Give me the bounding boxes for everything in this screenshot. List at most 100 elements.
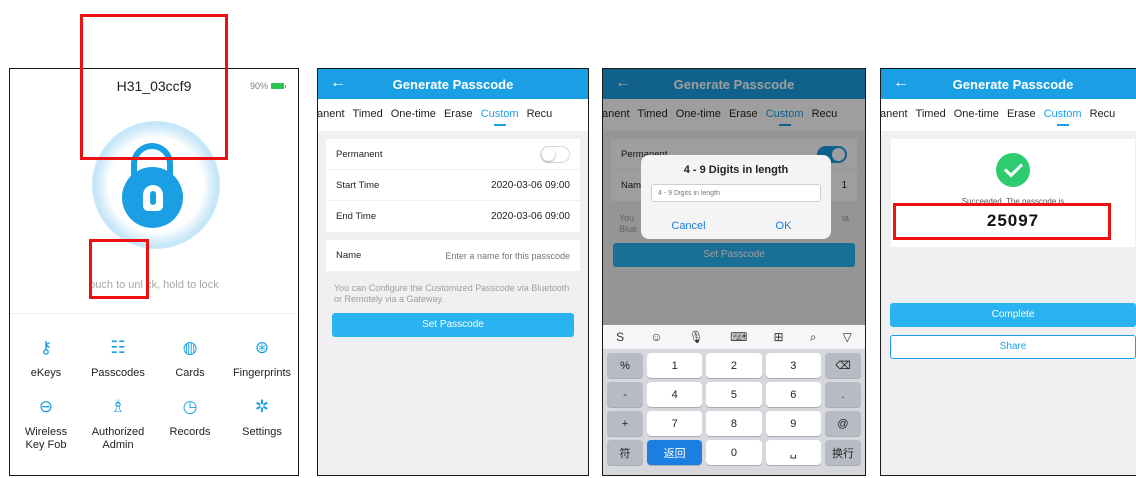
passcode-name-input[interactable] — [410, 250, 570, 261]
lock-button[interactable] — [122, 167, 183, 228]
key-1[interactable]: 1 — [647, 353, 703, 378]
dialog-title: 4 - 9 Digits in length — [683, 164, 789, 176]
tab-custom[interactable]: Custom — [481, 108, 519, 126]
emoji-icon[interactable]: ☺ — [650, 330, 662, 344]
keyboard-icon[interactable]: ⌨ — [730, 330, 747, 344]
tab-timed[interactable]: Timed — [916, 108, 946, 126]
symbols-key[interactable]: 符 — [607, 440, 643, 465]
return-key[interactable]: 返回 — [647, 440, 703, 465]
feature-menu: ⚷ eKeys ☷ Passcodes ◍ Cards ⊛ Fingerprin… — [10, 337, 298, 452]
passcode-success-screen: ← Generate Passcode anent Timed One-time… — [880, 68, 1136, 476]
cancel-button[interactable]: Cancel — [641, 213, 736, 239]
tab-permanent[interactable]: anent — [881, 108, 908, 126]
ok-button[interactable]: OK — [736, 213, 831, 239]
menu-label: Settings — [242, 426, 282, 438]
menu-label: eKeys — [30, 367, 62, 379]
end-time-row[interactable]: End Time 2020-03-06 09:00 — [326, 201, 580, 232]
complete-button[interactable]: Complete — [890, 303, 1136, 327]
page-title: Generate Passcode — [392, 76, 514, 92]
key-2[interactable]: 2 — [706, 353, 762, 378]
settings-gear-icon: ✲ — [254, 397, 270, 416]
back-arrow-icon[interactable]: ← — [893, 74, 909, 92]
start-time-value: 2020-03-06 09:00 — [491, 179, 570, 191]
key-plus[interactable]: + — [607, 411, 643, 436]
battery-percent: 90% — [249, 81, 268, 91]
passcode-type-tabs: anent Timed One-time Erase Custom Recu — [881, 99, 1136, 131]
tab-recurring[interactable]: Recu — [527, 108, 553, 126]
time-settings-card: Permanent Start Time 2020-03-06 09:00 En… — [326, 139, 580, 232]
fingerprint-icon: ⊛ — [254, 338, 270, 357]
menu-item-settings[interactable]: ✲ Settings — [226, 396, 298, 452]
app-header: ← Generate Passcode — [881, 69, 1136, 99]
passcode-dialog-screen: ← Generate Passcode anent Timed One-time… — [602, 68, 866, 476]
lock-hint-text: ouch to unl ck, hold to lock — [89, 279, 219, 291]
set-passcode-button[interactable]: Set Passcode — [332, 313, 574, 337]
tab-timed[interactable]: Timed — [353, 108, 383, 126]
menu-item-authorized-admin[interactable]: ♗ Authorized Admin — [82, 396, 154, 452]
keyhole-icon — [142, 184, 163, 211]
menu-label: Authorized Admin — [91, 426, 145, 451]
start-time-row[interactable]: Start Time 2020-03-06 09:00 — [326, 170, 580, 201]
key-9[interactable]: 9 — [765, 411, 821, 436]
tab-recurring[interactable]: Recu — [1090, 108, 1116, 126]
key-fob-icon: ⊖ — [38, 397, 54, 416]
key-0[interactable]: 0 — [706, 440, 762, 465]
key-dot[interactable]: . — [824, 382, 861, 407]
tab-permanent[interactable]: anent — [318, 108, 345, 126]
microphone-icon[interactable]: 🎙 — [689, 330, 704, 344]
menu-item-wireless-key-fob[interactable]: ⊖ Wireless Key Fob — [10, 396, 82, 452]
collapse-keyboard-icon[interactable]: ▽ — [843, 330, 852, 344]
tab-erase[interactable]: Erase — [1007, 108, 1036, 126]
name-card: Name — [326, 240, 580, 271]
start-time-label: Start Time — [336, 179, 380, 191]
menu-item-ekeys[interactable]: ⚷ eKeys — [10, 337, 82, 380]
menu-label: Fingerprints — [232, 367, 292, 379]
generate-passcode-form-screen: ← Generate Passcode anent Timed One-time… — [317, 68, 589, 476]
key-8[interactable]: 8 — [706, 411, 762, 436]
permanent-label: Permanent — [336, 148, 383, 160]
passcode-type-tabs: anent Timed One-time Erase Custom Recu — [318, 99, 588, 131]
result-label: Succeeded. The passcode is — [961, 197, 1065, 206]
tab-custom[interactable]: Custom — [1044, 108, 1082, 126]
tab-erase[interactable]: Erase — [444, 108, 473, 126]
end-time-label: End Time — [336, 211, 377, 222]
key-at[interactable]: @ — [824, 411, 861, 436]
key-5[interactable]: 5 — [706, 382, 762, 407]
key-3[interactable]: 3 — [765, 353, 821, 378]
key-6[interactable]: 6 — [765, 382, 821, 407]
menu-item-passcodes[interactable]: ☷ Passcodes — [82, 337, 154, 380]
newline-key[interactable]: 换行 — [824, 440, 861, 465]
menu-label: Wireless Key Fob — [24, 426, 68, 451]
user-key-icon: ⚷ — [39, 338, 53, 357]
passcode-digits-input[interactable] — [651, 184, 821, 202]
key-minus[interactable]: - — [607, 382, 643, 407]
screenshot-canvas: H31_03ccf9 90% ouch to unl ck, hold to l… — [0, 0, 1136, 478]
space-key[interactable]: ␣ — [765, 440, 821, 465]
passcode-list-icon: ☷ — [110, 338, 126, 357]
search-icon[interactable]: ⌕ — [810, 330, 817, 345]
tab-one-time[interactable]: One-time — [954, 108, 999, 126]
sogou-logo-icon[interactable]: S — [616, 330, 624, 344]
result-card: Succeeded. The passcode is 25097 — [891, 139, 1135, 247]
battery-indicator: 90% — [249, 81, 286, 91]
success-check-icon — [996, 153, 1030, 187]
battery-icon — [271, 83, 286, 89]
records-clock-icon: ◷ — [182, 397, 198, 416]
tab-one-time[interactable]: One-time — [391, 108, 436, 126]
numeric-keyboard: S ☺ 🎙 ⌨ ⊞ ⌕ ▽ % 1 2 3 ⌫ - 4 5 6 . + 7 8 … — [603, 325, 865, 475]
backspace-key[interactable]: ⌫ — [824, 353, 861, 378]
menu-item-cards[interactable]: ◍ Cards — [154, 337, 226, 380]
end-time-value: 2020-03-06 09:00 — [491, 211, 570, 222]
menu-item-records[interactable]: ◷ Records — [154, 396, 226, 452]
share-button[interactable]: Share — [890, 335, 1136, 359]
back-arrow-icon[interactable]: ← — [330, 74, 346, 92]
key-7[interactable]: 7 — [647, 411, 703, 436]
name-row: Name — [326, 240, 580, 271]
menu-item-fingerprints[interactable]: ⊛ Fingerprints — [226, 337, 298, 380]
permanent-toggle[interactable] — [540, 145, 570, 163]
key-percent[interactable]: % — [607, 353, 643, 378]
page-title: Generate Passcode — [952, 76, 1074, 92]
key-4[interactable]: 4 — [647, 382, 703, 407]
lock-home-screen: H31_03ccf9 90% ouch to unl ck, hold to l… — [9, 68, 299, 476]
grid-icon[interactable]: ⊞ — [774, 330, 784, 344]
